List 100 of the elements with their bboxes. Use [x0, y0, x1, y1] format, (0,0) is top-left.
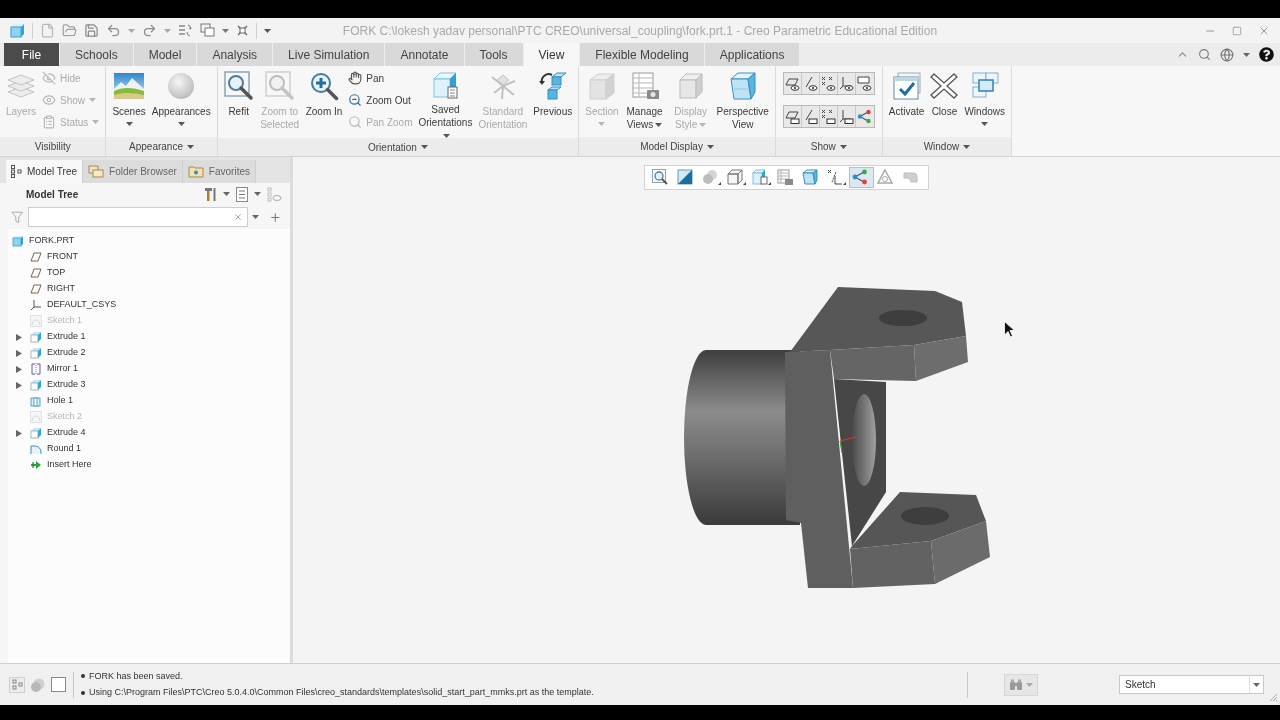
csys-tag-icon	[838, 109, 854, 124]
ribbon-tab[interactable]: Analysis	[197, 43, 274, 66]
panel-tab[interactable]: Favorites	[182, 160, 256, 183]
display-toggle-button[interactable]	[837, 106, 856, 127]
caret-icon[interactable]	[223, 192, 230, 196]
extrude-cube-icon	[30, 427, 42, 439]
regenerate-icon[interactable]	[178, 23, 193, 38]
glass-cube-icon	[802, 169, 818, 185]
display-toggle-button[interactable]	[819, 73, 838, 94]
ribbon-tab[interactable]: Model	[133, 43, 198, 66]
tree-item[interactable]: Round 1	[30, 441, 85, 457]
ribbon-button[interactable]: Appearances	[148, 66, 214, 138]
tree-item[interactable]: Extrude 1	[30, 329, 89, 345]
hammer-screwdriver-icon[interactable]	[204, 186, 217, 202]
clear-icon[interactable]	[233, 212, 244, 222]
list-icon[interactable]	[236, 186, 248, 202]
cubes-arrow-icon	[537, 71, 568, 101]
ribbon-button[interactable]: Activate	[885, 66, 928, 138]
ribbon-button[interactable]: Zoom In	[302, 66, 346, 138]
caret-icon[interactable]	[264, 28, 271, 33]
caret-icon[interactable]	[222, 28, 229, 33]
filter-icon[interactable]	[11, 210, 24, 224]
search-icon[interactable]	[1198, 48, 1211, 61]
ribbon-small-button[interactable]: Zoom Out	[345, 89, 414, 111]
fillet-curve-icon	[30, 443, 42, 455]
ribbon-button[interactable]: Manage Views	[621, 66, 668, 138]
panel-tab[interactable]: Folder Browser	[83, 160, 183, 183]
help-icon[interactable]	[1259, 47, 1274, 62]
window-switch-icon[interactable]	[200, 23, 215, 38]
tree-item[interactable]: Insert Here	[30, 457, 95, 473]
group-menu-button[interactable]: Orientation	[364, 139, 432, 155]
tree-item[interactable]: DEFAULT_CSYS	[30, 297, 120, 313]
selection-filter-dropdown[interactable]: Sketch	[1119, 675, 1264, 694]
display-toggle-button[interactable]	[783, 106, 802, 127]
ribbon-tab[interactable]: Annotate	[385, 43, 465, 66]
save-icon[interactable]	[84, 23, 99, 38]
ribbon-small-button[interactable]: Pan	[345, 67, 388, 89]
expand-arrow-icon[interactable]	[16, 381, 22, 389]
ribbon-tab[interactable]: Live Simulation	[273, 43, 386, 66]
display-toggle-button[interactable]	[855, 73, 874, 94]
ribbon-tab[interactable]: Tools	[464, 43, 524, 66]
close-window-icon[interactable]	[236, 24, 249, 37]
app-cube-icon[interactable]	[10, 23, 25, 38]
display-toggle-button[interactable]	[783, 73, 802, 94]
triangle-rings-icon	[877, 169, 893, 185]
plus-icon[interactable]	[269, 210, 282, 224]
extrude-cube-icon	[30, 379, 42, 391]
expand-arrow-icon[interactable]	[16, 429, 22, 437]
eye-icon	[42, 93, 56, 107]
view-tool-button[interactable]	[849, 167, 874, 188]
tree-item[interactable]: Extrude 4	[30, 425, 89, 441]
magnifier-icon	[348, 115, 363, 129]
ribbon-button[interactable]: Perspective View	[713, 66, 772, 138]
find-button[interactable]	[1004, 673, 1038, 696]
tree-item[interactable]: Mirror 1	[30, 361, 81, 377]
display-toggle-button[interactable]	[819, 106, 838, 127]
view-tool-button[interactable]	[749, 167, 774, 188]
cube-icon	[12, 235, 24, 247]
tree-squares-icon[interactable]	[9, 676, 25, 693]
tree-item[interactable]: RIGHT	[30, 281, 78, 297]
ribbon-button[interactable]: Scenes	[109, 66, 149, 138]
sphere-icon	[167, 72, 196, 100]
undo-icon[interactable]	[106, 23, 121, 38]
cursor-icon	[1004, 321, 1015, 338]
tree-item[interactable]: FRONT	[30, 249, 81, 265]
ribbon-tab[interactable]: View	[523, 43, 581, 66]
tree-item[interactable]: FORK.PRT	[12, 233, 78, 249]
ribbon-button[interactable]: Refit	[220, 66, 257, 138]
ribbon-button[interactable]: Saved Orientations	[415, 66, 476, 138]
ribbon-button[interactable]: Previous	[530, 66, 576, 138]
arc-icon	[30, 411, 42, 423]
panel-tab[interactable]: Model Tree	[6, 160, 84, 183]
arc-icon	[30, 315, 42, 327]
expand-arrow-icon[interactable]	[16, 333, 22, 341]
zoom-out-icon	[348, 93, 363, 107]
caret-icon[interactable]	[254, 192, 261, 196]
ribbon-button[interactable]: Close	[927, 66, 962, 138]
tree-item[interactable]: TOP	[30, 265, 69, 281]
globe-icon[interactable]	[1220, 47, 1234, 62]
ribbon-tab[interactable]: Applications	[704, 43, 801, 66]
caret-icon[interactable]	[252, 215, 260, 219]
ribbon-tab[interactable]: Flexible Modeling	[580, 43, 705, 66]
ribbon-button[interactable]: Windows	[961, 66, 1008, 138]
caret-icon[interactable]	[1243, 52, 1250, 57]
square-icon[interactable]	[51, 677, 66, 692]
redo-icon[interactable]	[142, 23, 157, 38]
search-field[interactable]	[27, 207, 249, 227]
ribbon-tab[interactable]: File	[4, 43, 60, 66]
expand-arrow-icon[interactable]	[16, 365, 22, 373]
tree-item[interactable]: Hole 1	[30, 393, 76, 409]
tree-item[interactable]: Extrude 3	[30, 377, 89, 393]
tree-item[interactable]: Extrude 2	[30, 345, 89, 361]
folder-open-icon[interactable]	[62, 23, 77, 38]
view-tool-button[interactable]	[724, 167, 749, 188]
status-message: FORK has been saved.	[89, 669, 183, 683]
display-toggle-button[interactable]	[837, 73, 856, 94]
expand-arrow-icon[interactable]	[16, 349, 22, 357]
ribbon-tab[interactable]: Schools	[60, 43, 134, 66]
spheres-icon	[702, 169, 718, 185]
layers-icon	[6, 72, 36, 100]
